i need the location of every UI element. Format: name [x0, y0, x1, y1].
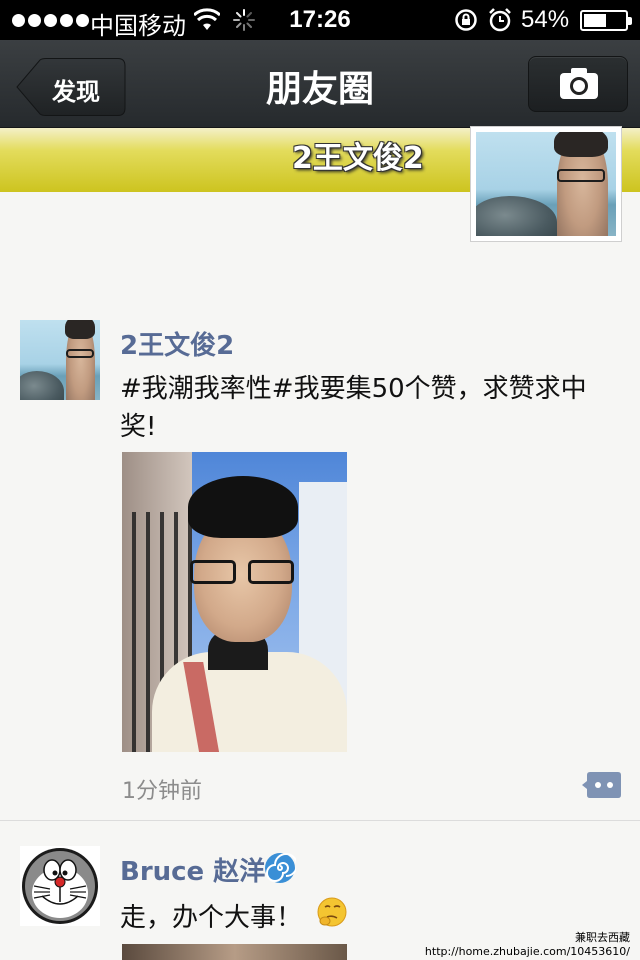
alarm-icon: [489, 8, 511, 32]
swirl-emoji-icon: [265, 853, 296, 883]
post-author-name[interactable]: Bruce 赵洋: [120, 851, 265, 888]
post-author-avatar[interactable]: [20, 320, 100, 400]
post-timestamp: 1分钟前: [122, 779, 202, 804]
post-divider: [0, 820, 640, 821]
profile-avatar[interactable]: [470, 126, 622, 242]
battery-percent: 54%: [521, 6, 570, 33]
rotation-lock-icon: [455, 9, 477, 31]
watermark: 兼职去西藏 http://home.zhubajie.com/10453610/: [425, 931, 630, 959]
navigation-bar: 发现 朋友圈: [0, 40, 640, 128]
watermark-line2: http://home.zhubajie.com/10453610/: [424, 945, 630, 958]
thinking-emoji-icon: [317, 897, 347, 927]
doraemon-avatar[interactable]: [20, 846, 100, 926]
post-avatar-photo: [20, 320, 100, 400]
post-author-name[interactable]: 2王文俊2: [120, 325, 234, 362]
camera-icon: [560, 68, 598, 99]
battery-fill: [584, 14, 606, 27]
comment-icon[interactable]: [582, 770, 622, 800]
avatar-photo: [476, 132, 616, 236]
cover-user-name: 2王文俊2: [292, 141, 424, 176]
post-text: #我潮我率性#我要集50个赞，求赞求中奖!: [120, 374, 587, 442]
watermark-line1: 兼职去西藏: [575, 931, 630, 944]
camera-button[interactable]: [528, 56, 628, 112]
status-bar: 中国移动 17:26 54%: [0, 0, 640, 40]
post-text: 走，办个大事！: [120, 903, 303, 933]
battery-icon: [580, 10, 632, 31]
post-photo[interactable]: [122, 452, 347, 752]
post-photo[interactable]: [122, 944, 347, 960]
